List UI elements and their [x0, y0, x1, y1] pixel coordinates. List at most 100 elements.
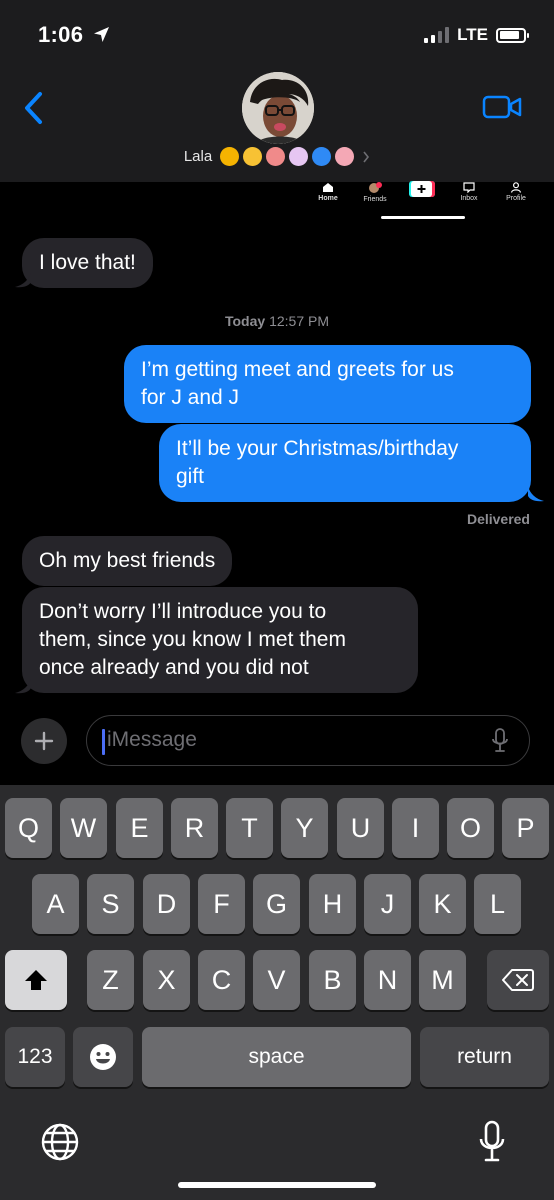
message-text: Oh my best friends: [39, 549, 216, 572]
message-text-line: It’ll be your Christmas/birthday: [176, 437, 459, 460]
message-timestamp: Today 12:57 PM: [0, 313, 554, 329]
key-t[interactable]: T: [226, 798, 273, 858]
dictation-mic-icon[interactable]: [491, 728, 509, 754]
message-text-line: once already and you did not: [39, 656, 309, 679]
key-z[interactable]: Z: [87, 950, 134, 1010]
key-w[interactable]: W: [60, 798, 107, 858]
back-chevron-icon[interactable]: [18, 88, 52, 128]
return-key[interactable]: return: [420, 1027, 549, 1087]
create-plus-icon: [409, 181, 435, 197]
message-text-line: gift: [176, 465, 205, 488]
key-c[interactable]: C: [198, 950, 245, 1010]
cellular-signal-icon: [424, 27, 450, 43]
outgoing-message[interactable]: I’m getting meet and greets for us for J…: [124, 345, 531, 423]
apps-plus-button[interactable]: [21, 718, 67, 764]
home-icon: [323, 183, 333, 192]
message-input-placeholder: iMessage: [107, 728, 197, 751]
key-i[interactable]: I: [392, 798, 439, 858]
key-y[interactable]: Y: [281, 798, 328, 858]
message-text: I love that!: [39, 251, 136, 274]
incoming-message[interactable]: I love that!: [22, 238, 153, 288]
message-input[interactable]: iMessage: [86, 715, 530, 766]
emoji-face-icon: [90, 1044, 116, 1070]
space-key[interactable]: space: [142, 1027, 411, 1087]
heart-eyes-emoji-icon: [220, 147, 240, 166]
bubble-tail: [528, 486, 544, 502]
contact-name-row[interactable]: Lala: [0, 147, 554, 166]
contact-avatar[interactable]: [242, 72, 314, 144]
network-type: LTE: [457, 25, 488, 44]
conversation-header: Lala: [0, 70, 554, 182]
key-q[interactable]: Q: [5, 798, 52, 858]
key-k[interactable]: K: [419, 874, 466, 934]
key-u[interactable]: U: [337, 798, 384, 858]
key-m[interactable]: M: [419, 950, 466, 1010]
key-d[interactable]: D: [143, 874, 190, 934]
nav-profile-label: Profile: [506, 195, 526, 202]
location-arrow-icon: [93, 27, 109, 42]
key-f[interactable]: F: [198, 874, 245, 934]
chevron-right-icon: [363, 151, 370, 162]
key-n[interactable]: N: [364, 950, 411, 1010]
status-bar: 1:06 LTE: [0, 0, 554, 70]
key-s[interactable]: S: [87, 874, 134, 934]
plus-icon: [34, 731, 54, 751]
incoming-message[interactable]: Don’t worry I’ll introduce you to them, …: [22, 587, 418, 693]
key-e[interactable]: E: [116, 798, 163, 858]
key-j[interactable]: J: [364, 874, 411, 934]
key-g[interactable]: G: [253, 874, 300, 934]
unicorn-emoji-icon: [289, 147, 309, 166]
message-text-line: them, since you know I met them: [39, 628, 346, 651]
key-r[interactable]: R: [171, 798, 218, 858]
key-l[interactable]: L: [474, 874, 521, 934]
video-camera-icon[interactable]: [482, 94, 522, 120]
message-text-line: I’m getting meet and greets for us: [141, 358, 454, 381]
backspace-icon: [502, 969, 534, 991]
globe-icon[interactable]: [40, 1122, 80, 1162]
bubble-tail: [15, 272, 31, 288]
profile-icon: [510, 182, 522, 193]
nav-create: [402, 181, 442, 199]
incoming-message[interactable]: Oh my best friends: [22, 536, 233, 586]
key-b[interactable]: B: [309, 950, 356, 1010]
shift-arrow-icon: [25, 970, 47, 990]
status-indicators: LTE: [424, 25, 529, 45]
keyboard: Q W E R T Y U I O P A S D F G H J K L Z …: [0, 785, 554, 1200]
nav-inbox-label: Inbox: [460, 195, 478, 202]
status-time: 1:06: [38, 22, 110, 48]
text-caret: [102, 729, 105, 755]
nav-profile: Profile: [496, 182, 536, 202]
microphone-icon[interactable]: [478, 1120, 506, 1164]
laughing-emoji-icon: [243, 147, 263, 166]
emoji-key[interactable]: [73, 1027, 133, 1087]
message-text-line: for J and J: [141, 386, 240, 409]
message-text-line: Don’t worry I’ll introduce you to: [39, 600, 327, 623]
friends-avatar-icon: [369, 182, 382, 193]
butterfly-emoji-icon: [312, 147, 332, 166]
pig-emoji-icon: [335, 147, 355, 166]
outgoing-message[interactable]: It’ll be your Christmas/birthday gift: [159, 424, 531, 502]
nav-friends-label: Friends: [363, 196, 387, 203]
delivered-status: Delivered: [466, 511, 530, 527]
nav-home: Home: [308, 182, 348, 202]
key-v[interactable]: V: [253, 950, 300, 1010]
bubble-tail: [15, 678, 31, 694]
nav-inbox: Inbox: [449, 182, 489, 202]
delete-key[interactable]: [487, 950, 549, 1010]
inbox-icon: [463, 182, 475, 193]
shift-key[interactable]: [5, 950, 67, 1010]
clock-text: 1:06: [38, 22, 84, 47]
nav-underline: [381, 216, 465, 219]
contact-name: Lala: [183, 148, 213, 165]
key-h[interactable]: H: [309, 874, 356, 934]
key-p[interactable]: P: [502, 798, 549, 858]
embedded-app-nav: Home Friends Inbox Profile: [0, 181, 554, 222]
key-o[interactable]: O: [447, 798, 494, 858]
key-x[interactable]: X: [143, 950, 190, 1010]
timestamp-day: Today: [224, 313, 266, 329]
home-indicator: [178, 1182, 376, 1188]
timestamp-time: 12:57 PM: [269, 313, 330, 329]
nav-friends: Friends: [355, 182, 395, 203]
key-a[interactable]: A: [32, 874, 79, 934]
numbers-key[interactable]: 123: [5, 1027, 65, 1087]
